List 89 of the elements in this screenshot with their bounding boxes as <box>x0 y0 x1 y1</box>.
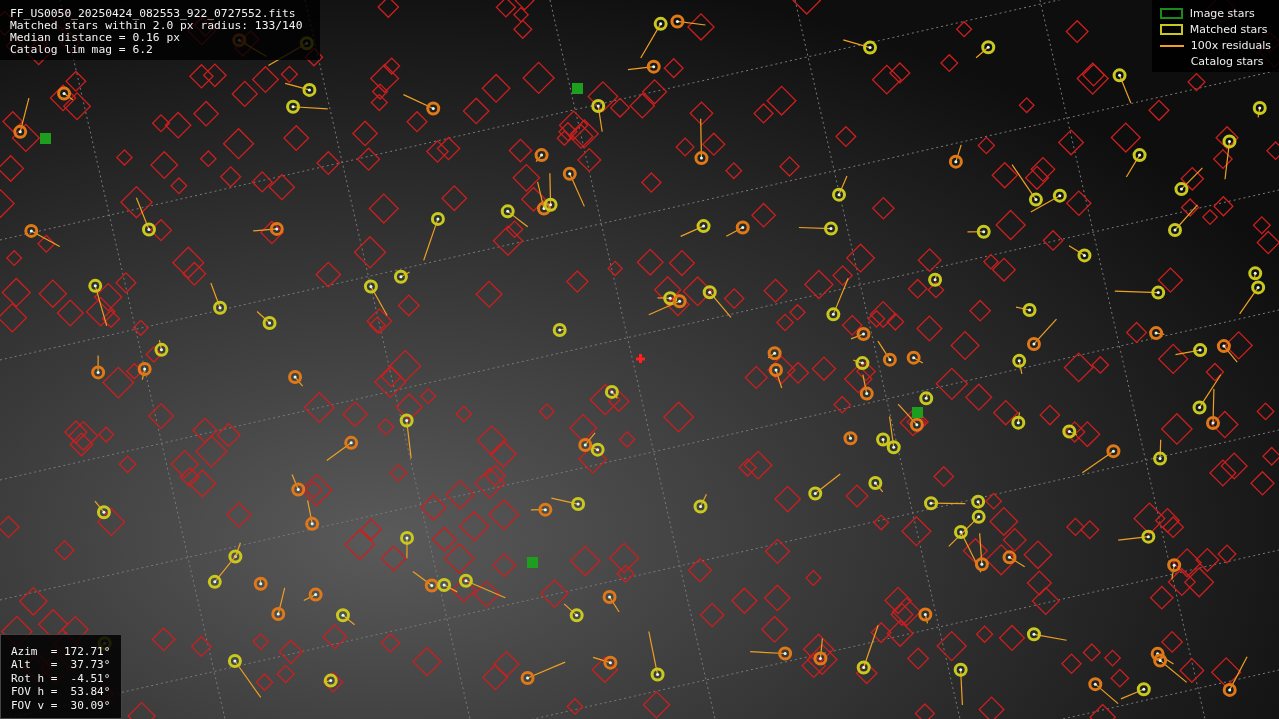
matched-star-marker <box>813 637 828 666</box>
matched-star-marker <box>1174 167 1204 197</box>
matched-star-marker <box>303 587 323 602</box>
matched-star-marker <box>543 172 558 212</box>
matched-star-marker <box>859 374 874 401</box>
pointing-text: FOV h = 53.84° <box>11 685 112 699</box>
matched-star-marker <box>1012 353 1027 375</box>
matched-star-marker <box>326 435 359 461</box>
matched-star-marker <box>94 500 111 520</box>
matched-star-marker <box>1125 148 1147 178</box>
matched-star-marker <box>520 661 566 686</box>
matched-star-marker <box>271 587 286 622</box>
matched-star-marker <box>670 14 707 29</box>
matched-star-marker <box>1112 68 1132 104</box>
matched-star-marker <box>648 630 665 682</box>
matched-star-marker <box>88 278 108 327</box>
info-text: Catalog lim mag = 6.2 <box>10 44 154 56</box>
matched-star-marker <box>210 282 228 315</box>
matched-star-marker <box>536 181 551 216</box>
matched-star-marker <box>1011 411 1026 430</box>
legend-label: Catalog stars <box>1190 55 1264 68</box>
matched-star-marker <box>562 166 585 207</box>
matched-star-marker <box>1081 444 1121 474</box>
matched-star-marker <box>137 362 152 381</box>
pointing-text: FOV v = 30.09° <box>11 698 112 712</box>
matched-star-marker <box>305 499 320 531</box>
matched-star-marker <box>135 197 156 237</box>
matched-star-marker <box>602 590 620 613</box>
matched-star-marker <box>877 340 897 367</box>
matched-star-marker <box>1117 529 1156 544</box>
matched-star-marker <box>975 40 996 59</box>
matched-star-marker <box>256 310 277 330</box>
matched-star-marker <box>1026 627 1068 642</box>
matched-star-marker <box>798 221 838 236</box>
matched-star-marker <box>1222 656 1248 697</box>
matched-star-marker <box>1153 439 1168 466</box>
matched-star-marker <box>842 39 878 55</box>
matched-star-marker <box>694 118 709 166</box>
matched-star-marker <box>702 285 732 319</box>
matched-star-marker <box>769 363 783 389</box>
legend-label: Matched stars <box>1189 23 1268 36</box>
center-cross-icon <box>634 352 647 365</box>
matched-star-marker <box>953 662 968 706</box>
info-text: FF_US0050_20250424_082553_922_0727552.fits <box>10 8 297 20</box>
matched-star-marker <box>948 144 963 169</box>
matched-star-marker <box>24 223 61 248</box>
matched-star-marker <box>1002 550 1026 568</box>
matched-star-marker <box>856 624 879 675</box>
matched-star-marker <box>291 473 306 497</box>
matched-star-marker <box>578 432 596 452</box>
matched-star-marker <box>1167 558 1182 581</box>
matched-star-marker <box>500 204 529 228</box>
matched-star-marker <box>749 646 793 661</box>
matched-star-marker <box>335 608 356 626</box>
matched-star-marker <box>363 279 388 317</box>
matched-star-marker <box>402 94 441 116</box>
matched-star-marker <box>826 277 849 322</box>
matched-star-marker <box>284 82 317 97</box>
pointing-text: Rot h = -4.51° <box>11 671 112 685</box>
matched-star-marker <box>252 221 284 236</box>
matched-star-marker <box>227 654 262 699</box>
matched-star-marker <box>1114 285 1166 300</box>
matched-star-marker <box>966 224 991 239</box>
info-text: Matched stars within 2.0 px radius: 133/140 <box>10 20 304 32</box>
matched-star-marker <box>1174 343 1208 358</box>
legend-label: 100x residuals <box>1190 39 1271 52</box>
matched-star-marker <box>1068 245 1092 263</box>
matched-star-marker <box>693 493 708 514</box>
matched-star-marker <box>725 220 750 237</box>
matched-star-marker <box>680 219 711 237</box>
matched-star-marker <box>13 97 30 139</box>
pointing-text: Alt = 37.73° <box>11 658 112 672</box>
matched-star-marker <box>592 655 618 670</box>
matched-star-marker <box>832 175 848 202</box>
matched-star-marker <box>808 473 841 501</box>
matched-star-marker <box>591 99 606 133</box>
legend-label: Image stars <box>1189 7 1255 20</box>
matched-star-marker <box>1168 204 1199 237</box>
matched-star-marker <box>423 211 445 261</box>
info-text: Median distance = 0.16 px <box>10 32 182 44</box>
matched-star-marker <box>1222 134 1237 180</box>
matched-star-marker <box>563 603 584 623</box>
matched-star-marker <box>850 327 871 342</box>
matched-star-marker <box>1216 339 1238 363</box>
matched-star-marker <box>399 413 414 459</box>
matched-star-marker <box>400 530 414 559</box>
pointing-text: Azim = 172.71° <box>11 644 112 658</box>
matched-star-marker <box>91 355 106 380</box>
matched-star-marker <box>286 99 329 114</box>
